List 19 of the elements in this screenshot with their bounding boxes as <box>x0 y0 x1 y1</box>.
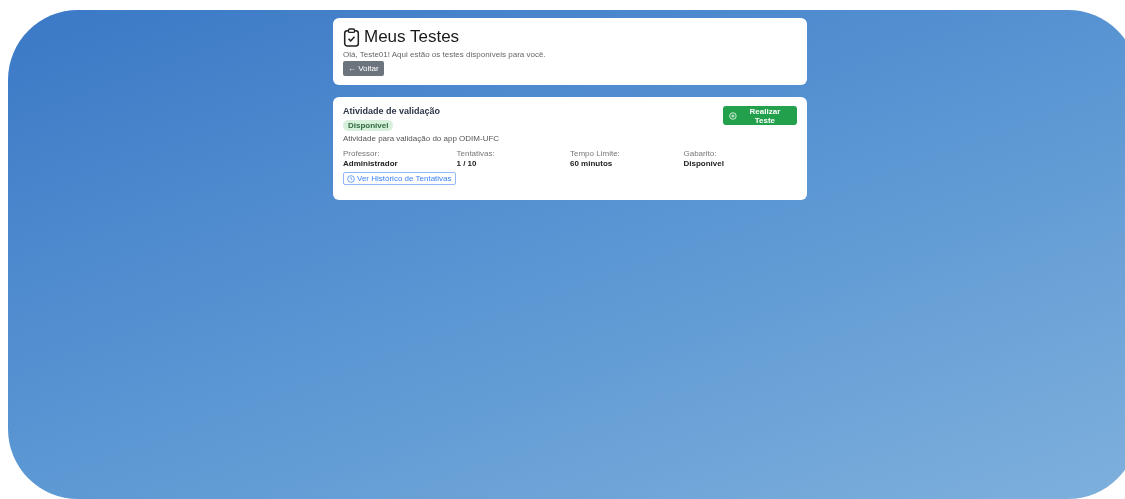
back-button[interactable]: ← Voltar <box>343 61 384 76</box>
page-title: Meus Testes <box>364 27 460 47</box>
welcome-text: Olá, Teste01! Aqui estão os testes disponíveis para você. <box>343 50 546 59</box>
clock-icon <box>347 174 355 183</box>
detail-label: Tentativas: <box>456 149 496 158</box>
status-badge: Disponível <box>343 120 394 131</box>
plus-circle-icon <box>729 111 737 120</box>
history-button[interactable]: Ver Histórico de Tentativas <box>343 172 456 185</box>
clipboard-icon <box>343 27 360 47</box>
detail-value: 60 minutos <box>570 159 614 168</box>
test-description: Atividade para validação do app ODIM-UFC <box>343 134 500 143</box>
detail-value: 1 / 10 <box>456 159 478 168</box>
detail-label: Professor: <box>343 149 381 158</box>
detail-label: Tempo Limite: <box>570 149 621 158</box>
test-title: Atividade de validação <box>343 106 441 116</box>
start-test-button[interactable]: Realizar Teste <box>723 106 797 125</box>
detail-value: Disponível <box>683 159 725 168</box>
detail-label: Gabarito: <box>683 149 718 158</box>
detail-value: Administrador <box>343 159 399 168</box>
